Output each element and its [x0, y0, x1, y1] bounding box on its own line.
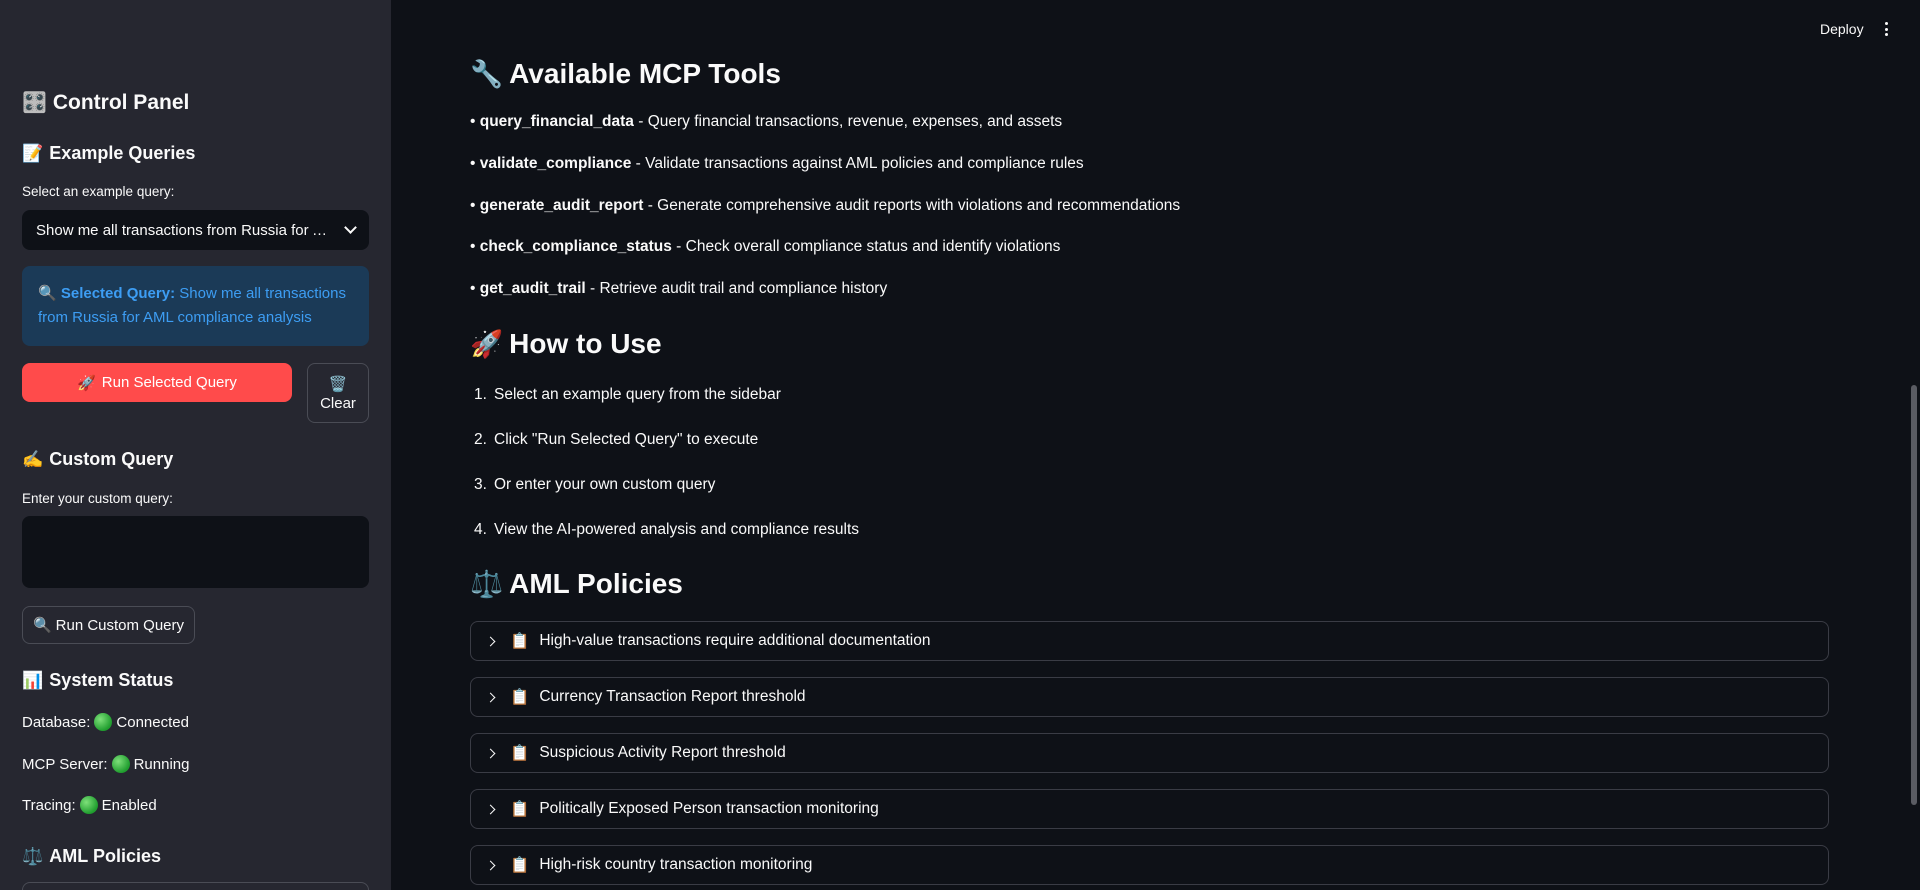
step-item: 4. View the AI-powered analysis and compl… [474, 521, 860, 538]
run-selected-query-button[interactable]: 🚀 Run Selected Query [22, 363, 292, 402]
tool-item: • validate_compliance - Validate transac… [470, 155, 1084, 172]
step-item: 2. Click "Run Selected Query" to execute [474, 431, 759, 448]
wastebasket-icon: 🗑️ [328, 375, 348, 393]
rocket-icon: 🚀 [470, 328, 504, 359]
custom-query-input[interactable] [22, 516, 369, 588]
custom-query-label: Enter your custom query: [22, 491, 173, 506]
deploy-button[interactable]: Deploy [1820, 21, 1864, 37]
policy-expander[interactable]: 📋 High-risk country transaction monitori… [470, 845, 1829, 885]
tool-item: • check_compliance_status - Check overal… [470, 238, 1061, 255]
green-circle-icon [79, 796, 98, 814]
step-item: 3. Or enter your own custom query [474, 476, 716, 493]
balance-scale-icon: ⚖️ [22, 846, 44, 866]
control-panel-heading: 🎛️ Control Panel [22, 90, 190, 115]
example-query-select[interactable]: Show me all transactions from Russia for… [22, 210, 369, 250]
wrench-icon: 🔧 [470, 58, 504, 89]
system-status-heading: 📊 System Status [22, 670, 174, 690]
more-menu-icon[interactable] [1884, 22, 1888, 36]
status-tracing: Tracing: Enabled [22, 796, 157, 814]
tool-item: • query_financial_data - Query financial… [470, 113, 1063, 130]
chevron-right-icon [485, 636, 496, 646]
tools-heading: 🔧 Available MCP Tools [470, 58, 781, 89]
policy-expander[interactable]: 📋 Currency Transaction Report threshold [470, 677, 1829, 717]
chevron-right-icon [485, 804, 496, 814]
writing-hand-icon: ✍️ [22, 449, 44, 469]
sidebar: 🎛️ Control Panel 📝 Example Queries Selec… [0, 0, 391, 890]
clear-button[interactable]: 🗑️ Clear [307, 363, 369, 423]
green-circle-icon [94, 713, 113, 731]
example-queries-heading: 📝 Example Queries [22, 143, 196, 163]
clipboard-icon: 📋 [510, 632, 530, 650]
magnifier-icon: 🔍 [38, 285, 57, 302]
aml-policies-heading: ⚖️ AML Policies [470, 568, 683, 599]
balance-scale-icon: ⚖️ [470, 568, 504, 599]
status-database: Database: Connected [22, 713, 189, 731]
green-circle-icon [111, 755, 130, 773]
status-mcp-server: MCP Server: Running [22, 755, 190, 773]
selected-query-info: 🔍 Selected Query: Show me all transactio… [22, 266, 369, 346]
magnifier-icon: 🔍 [32, 617, 52, 634]
policy-expander[interactable]: 📋 Suspicious Activity Report threshold [470, 733, 1829, 773]
policy-expander[interactable]: 📋 High-value transactions require additi… [470, 621, 1829, 661]
control-knobs-icon: 🎛️ [22, 92, 47, 114]
select-label: Select an example query: [22, 184, 175, 199]
custom-query-heading: ✍️ Custom Query [22, 449, 174, 469]
clipboard-icon: 📋 [510, 744, 530, 762]
clipboard-icon: 📋 [510, 856, 530, 874]
policy-expander[interactable]: 📋 Politically Exposed Person transaction… [470, 789, 1829, 829]
clipboard-icon: 📋 [510, 688, 530, 706]
rocket-icon: 🚀 [77, 374, 96, 392]
run-custom-query-button[interactable]: 🔍 Run Custom Query [22, 606, 195, 644]
chevron-right-icon [485, 860, 496, 870]
step-item: 1. Select an example query from the sideb… [474, 386, 781, 403]
tool-item: • get_audit_trail - Retrieve audit trail… [470, 280, 888, 297]
sidebar-aml-policies-heading: ⚖️ AML Policies [22, 846, 161, 866]
main-scrollbar[interactable] [1911, 385, 1917, 805]
tool-item: • generate_audit_report - Generate compr… [470, 197, 1181, 214]
chevron-right-icon [485, 692, 496, 702]
how-to-use-heading: 🚀 How to Use [470, 328, 662, 359]
bar-chart-icon: 📊 [22, 670, 44, 690]
chevron-right-icon [485, 748, 496, 758]
chevron-down-icon [344, 221, 357, 234]
sidebar-policy-expander[interactable] [22, 882, 369, 890]
memo-icon: 📝 [22, 143, 44, 163]
clipboard-icon: 📋 [510, 800, 530, 818]
